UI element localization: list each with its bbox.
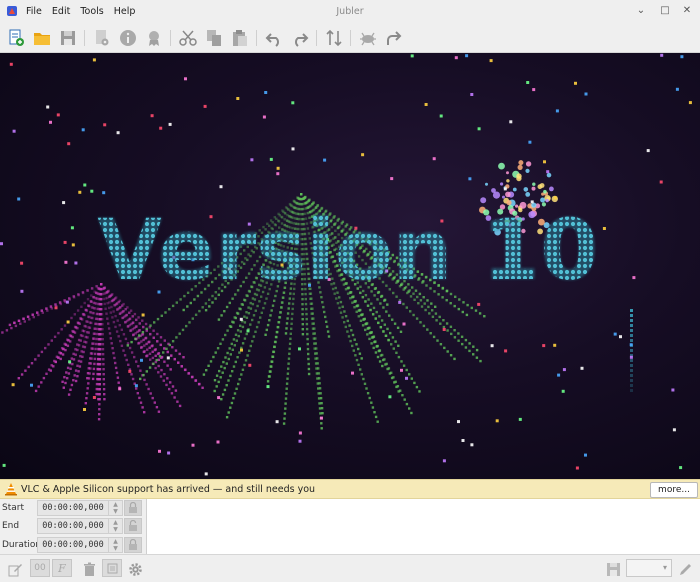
pencil-icon bbox=[679, 563, 691, 575]
more-button[interactable]: more... bbox=[650, 482, 698, 498]
bottom-toolbar: 00 F ▾ bbox=[0, 554, 700, 582]
edit-style-button[interactable] bbox=[6, 560, 24, 578]
toolbar-separator bbox=[316, 30, 317, 46]
end-label: End bbox=[2, 521, 20, 531]
frames-label: 00 bbox=[34, 563, 46, 573]
menu-edit[interactable]: Edit bbox=[52, 6, 70, 17]
save-button[interactable] bbox=[58, 28, 78, 48]
save-icon bbox=[606, 562, 620, 576]
pencil-note-icon bbox=[8, 563, 22, 576]
video-preview[interactable]: Version 10 Version 10 bbox=[0, 53, 700, 479]
menu-tools[interactable]: Tools bbox=[80, 6, 103, 17]
maximize-icon[interactable]: □ bbox=[658, 4, 672, 18]
jubler-logo-icon bbox=[7, 6, 17, 16]
font-style-button[interactable]: F bbox=[52, 559, 72, 577]
duration-row: Duration 00:00:00,000 ▲ ▼ bbox=[0, 536, 146, 554]
start-label: Start bbox=[2, 503, 24, 513]
award-button[interactable] bbox=[144, 28, 164, 48]
redo-icon bbox=[295, 33, 309, 47]
start-time-field[interactable]: 00:00:00,000 bbox=[37, 500, 109, 516]
copy-style-icon bbox=[107, 563, 117, 573]
award-icon bbox=[149, 31, 159, 46]
toolbar-separator bbox=[84, 30, 85, 46]
open-button[interactable] bbox=[32, 28, 52, 48]
bug-icon bbox=[360, 32, 376, 46]
new-file-icon bbox=[9, 29, 24, 46]
notification-bar: VLC & Apple Silicon support has arrived … bbox=[0, 479, 700, 499]
copy-button[interactable] bbox=[204, 28, 224, 48]
delete-button[interactable] bbox=[80, 560, 98, 578]
forward-button[interactable] bbox=[384, 28, 404, 48]
font-label: F bbox=[58, 561, 66, 575]
sort-button[interactable] bbox=[324, 28, 344, 48]
svg-text:Version 10: Version 10 bbox=[97, 201, 598, 299]
unlock-icon bbox=[129, 520, 137, 531]
save-style-button[interactable] bbox=[604, 560, 622, 578]
folder-icon bbox=[34, 33, 50, 45]
toolbar-separator bbox=[256, 30, 257, 46]
paste-icon bbox=[233, 30, 247, 46]
info-button[interactable] bbox=[118, 28, 138, 48]
paste-button[interactable] bbox=[230, 28, 250, 48]
copy-icon bbox=[207, 30, 221, 46]
file-properties-button[interactable] bbox=[92, 28, 112, 48]
end-time-stepper[interactable]: ▲ ▼ bbox=[109, 518, 123, 534]
cut-button[interactable] bbox=[178, 28, 198, 48]
vlc-cone-icon bbox=[5, 483, 17, 496]
menu-bar: File Edit Tools Help bbox=[26, 6, 145, 17]
duration-time-stepper[interactable]: ▲ ▼ bbox=[109, 537, 123, 553]
frames-toggle-button[interactable]: 00 bbox=[30, 559, 50, 577]
redo-button[interactable] bbox=[290, 28, 310, 48]
new-file-button[interactable] bbox=[6, 28, 26, 48]
menu-help[interactable]: Help bbox=[114, 6, 136, 17]
duration-label: Duration bbox=[2, 540, 42, 550]
main-toolbar bbox=[0, 24, 700, 53]
menu-file[interactable]: File bbox=[26, 6, 42, 17]
undo-icon bbox=[265, 33, 279, 47]
timing-panel: Start 00:00:00,000 ▲ ▼ End 00:00:00,000 ▲… bbox=[0, 499, 146, 554]
duration-time-field[interactable]: 00:00:00,000 bbox=[37, 537, 109, 553]
close-icon[interactable]: ✕ bbox=[680, 4, 694, 18]
duration-lock-button[interactable] bbox=[124, 537, 142, 553]
info-icon bbox=[120, 30, 136, 46]
end-lock-button[interactable] bbox=[124, 518, 142, 534]
style-selector[interactable]: ▾ bbox=[626, 559, 672, 577]
toolbar-separator bbox=[170, 30, 171, 46]
document-gear-icon bbox=[96, 30, 109, 46]
toolbar-separator bbox=[350, 30, 351, 46]
preview-button[interactable] bbox=[358, 28, 378, 48]
sort-arrows-icon bbox=[326, 29, 342, 47]
undo-button[interactable] bbox=[264, 28, 284, 48]
forward-arrow-icon bbox=[387, 31, 402, 45]
start-lock-button[interactable] bbox=[124, 500, 142, 516]
minimize-icon[interactable]: ⌄ bbox=[634, 4, 648, 18]
start-row: Start 00:00:00,000 ▲ ▼ bbox=[0, 499, 146, 517]
save-icon bbox=[61, 31, 75, 45]
version-title: Version 10 Version 10 bbox=[97, 201, 598, 299]
lock-icon bbox=[129, 502, 137, 513]
subtitle-text-editor[interactable] bbox=[146, 499, 700, 554]
scissors-icon bbox=[179, 30, 197, 46]
settings-button[interactable] bbox=[126, 560, 144, 578]
end-row: End 00:00:00,000 ▲ ▼ bbox=[0, 517, 146, 535]
chevron-down-icon: ▾ bbox=[662, 563, 667, 572]
lock-icon bbox=[129, 539, 137, 550]
gear-icon bbox=[128, 562, 142, 576]
end-time-field[interactable]: 00:00:00,000 bbox=[37, 518, 109, 534]
notification-text: VLC & Apple Silicon support has arrived … bbox=[21, 484, 316, 495]
start-time-stepper[interactable]: ▲ ▼ bbox=[109, 500, 123, 516]
title-bar: File Edit Tools Help Jubler ⌄ □ ✕ bbox=[0, 0, 700, 24]
trash-icon bbox=[83, 562, 95, 576]
copy-style-button[interactable] bbox=[102, 559, 122, 577]
edit-text-button[interactable] bbox=[676, 560, 694, 578]
